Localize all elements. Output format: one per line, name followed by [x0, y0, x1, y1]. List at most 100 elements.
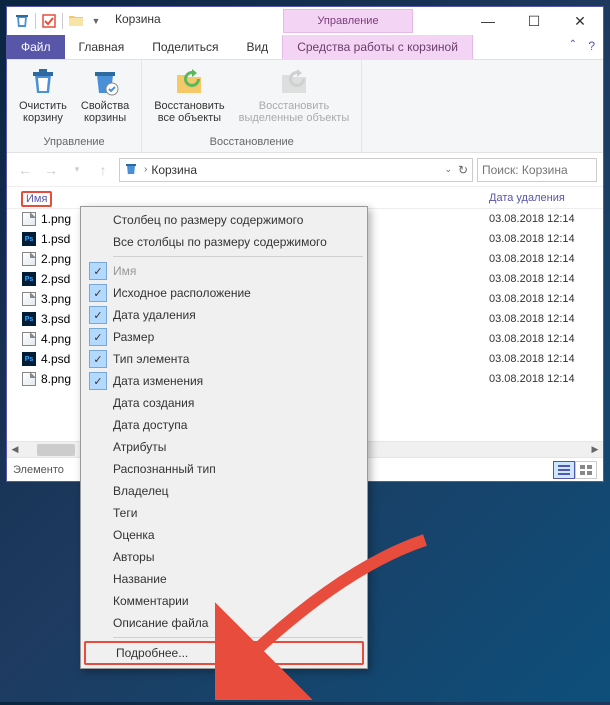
- file-name: 4.psd: [41, 352, 70, 366]
- view-icons-button[interactable]: [575, 461, 597, 479]
- restore-selected-button: Восстановить выделенные объекты: [233, 64, 356, 136]
- menu-column-toggle[interactable]: Название: [83, 568, 365, 590]
- bin-properties-icon: [89, 66, 121, 98]
- menu-column-toggle[interactable]: Дата доступа: [83, 414, 365, 436]
- context-menu-label: Название: [113, 572, 167, 586]
- file-deleted-date: 03.08.2018 12:14: [489, 273, 603, 285]
- nav-back-icon[interactable]: ←: [13, 158, 37, 182]
- menu-column-toggle[interactable]: Описание файла: [83, 612, 365, 634]
- ribbon-tabs: Файл Главная Поделиться Вид Средства раб…: [7, 35, 603, 59]
- context-menu-label: Подробнее...: [116, 646, 188, 660]
- window-title: Корзина: [115, 12, 161, 26]
- address-segment[interactable]: Корзина: [151, 163, 197, 177]
- file-deleted-date: 03.08.2018 12:14: [489, 373, 603, 385]
- address-bar[interactable]: › Корзина ⌄ ↻: [119, 158, 473, 182]
- tab-main[interactable]: Главная: [65, 35, 139, 59]
- file-name: 8.png: [41, 372, 71, 386]
- context-menu-label: Атрибуты: [113, 440, 166, 454]
- collapse-ribbon-icon[interactable]: ⌃: [569, 39, 577, 50]
- menu-column-toggle[interactable]: Комментарии: [83, 590, 365, 612]
- file-name: 2.psd: [41, 272, 70, 286]
- image-file-icon: [21, 331, 37, 347]
- file-deleted-date: 03.08.2018 12:14: [489, 293, 603, 305]
- view-details-button[interactable]: [553, 461, 575, 479]
- menu-separator: [113, 637, 363, 638]
- file-name: 1.psd: [41, 232, 70, 246]
- contextual-tab-label: Управление: [283, 9, 413, 33]
- context-menu-label: Дата создания: [113, 396, 194, 410]
- file-deleted-date: 03.08.2018 12:14: [489, 353, 603, 365]
- context-menu-label: Тип элемента: [113, 352, 189, 366]
- menu-size-column[interactable]: Столбец по размеру содержимого: [83, 209, 365, 231]
- context-menu-label: Столбец по размеру содержимого: [113, 213, 303, 227]
- ribbon-group-manage: Очистить корзину Свойства корзины Управл…: [7, 60, 142, 152]
- nav-up-icon[interactable]: ↑: [91, 158, 115, 182]
- qat-checkbox-icon[interactable]: [40, 12, 58, 30]
- scroll-right-icon[interactable]: ▶: [587, 444, 603, 455]
- menu-column-toggle[interactable]: Атрибуты: [83, 436, 365, 458]
- context-menu-label: Размер: [113, 330, 154, 344]
- clear-bin-button[interactable]: Очистить корзину: [13, 64, 73, 136]
- chevron-right-icon[interactable]: ›: [144, 164, 147, 175]
- menu-column-toggle[interactable]: Дата создания: [83, 392, 365, 414]
- maximize-button[interactable]: ☐: [511, 7, 557, 35]
- context-menu-label: Распознанный тип: [113, 462, 216, 476]
- column-header-name[interactable]: Имя: [7, 191, 59, 205]
- menu-column-toggle[interactable]: Владелец: [83, 480, 365, 502]
- status-text: Элементо: [13, 464, 64, 476]
- restore-all-button[interactable]: Восстановить все объекты: [148, 64, 230, 136]
- context-menu-label: Описание файла: [113, 616, 208, 630]
- address-dropdown-icon[interactable]: ⌄: [444, 164, 452, 175]
- nav-forward-icon[interactable]: →: [39, 158, 63, 182]
- bin-properties-button[interactable]: Свойства корзины: [75, 64, 135, 136]
- scroll-left-icon[interactable]: ◀: [7, 444, 23, 455]
- menu-column-toggle[interactable]: ✓Дата изменения: [83, 370, 365, 392]
- menu-separator: [113, 256, 363, 257]
- qat-folder-icon[interactable]: [67, 12, 85, 30]
- tab-view[interactable]: Вид: [232, 35, 282, 59]
- recycle-bin-icon[interactable]: [13, 12, 31, 30]
- context-menu-label: Оценка: [113, 528, 155, 542]
- psd-file-icon: Ps: [21, 231, 37, 247]
- tab-share[interactable]: Поделиться: [138, 35, 232, 59]
- menu-column-toggle[interactable]: ✓ Размер: [83, 326, 365, 348]
- nav-history-dropdown-icon[interactable]: ▾: [65, 158, 89, 182]
- tab-recycle-tools[interactable]: Средства работы с корзиной: [282, 35, 473, 59]
- close-button[interactable]: ✕: [557, 7, 603, 35]
- image-file-icon: [21, 291, 37, 307]
- minimize-button[interactable]: —: [465, 7, 511, 35]
- menu-column-toggle[interactable]: Теги: [83, 502, 365, 524]
- search-box[interactable]: [477, 158, 597, 182]
- menu-column-toggle[interactable]: ✓ Тип элемента: [83, 348, 365, 370]
- file-name: 3.png: [41, 292, 71, 306]
- file-name: 2.png: [41, 252, 71, 266]
- quick-access-toolbar: ▼: [7, 9, 105, 33]
- column-header-deleted[interactable]: Дата удаления: [489, 192, 603, 204]
- image-file-icon: [21, 371, 37, 387]
- file-deleted-date: 03.08.2018 12:14: [489, 313, 603, 325]
- menu-column-toggle: ✓Имя: [83, 260, 365, 282]
- menu-column-toggle[interactable]: Распознанный тип: [83, 458, 365, 480]
- menu-column-toggle[interactable]: Авторы: [83, 546, 365, 568]
- restore-selected-icon: [278, 66, 310, 98]
- context-menu-label: Владелец: [113, 484, 169, 498]
- context-menu-label: Исходное расположение: [113, 286, 251, 300]
- menu-column-toggle[interactable]: ✓Дата удаления: [83, 304, 365, 326]
- qat-dropdown-icon[interactable]: ▼: [87, 12, 105, 30]
- checkmark-icon: ✓: [89, 372, 107, 390]
- ribbon: Очистить корзину Свойства корзины Управл…: [7, 59, 603, 153]
- help-icon[interactable]: ?: [588, 39, 595, 53]
- checkmark-icon: ✓: [89, 328, 107, 346]
- file-name: 1.png: [41, 212, 71, 226]
- file-deleted-date: 03.08.2018 12:14: [489, 213, 603, 225]
- menu-more[interactable]: Подробнее...: [84, 641, 364, 665]
- search-input[interactable]: [482, 163, 592, 177]
- checkmark-icon: ✓: [89, 284, 107, 302]
- tab-file[interactable]: Файл: [7, 35, 65, 59]
- menu-column-toggle[interactable]: ✓ Исходное расположение: [83, 282, 365, 304]
- menu-all-columns[interactable]: Все столбцы по размеру содержимого: [83, 231, 365, 253]
- menu-column-toggle[interactable]: Оценка: [83, 524, 365, 546]
- checkmark-icon: ✓: [89, 350, 107, 368]
- scrollbar-thumb[interactable]: [37, 444, 75, 456]
- refresh-icon[interactable]: ↻: [458, 163, 468, 177]
